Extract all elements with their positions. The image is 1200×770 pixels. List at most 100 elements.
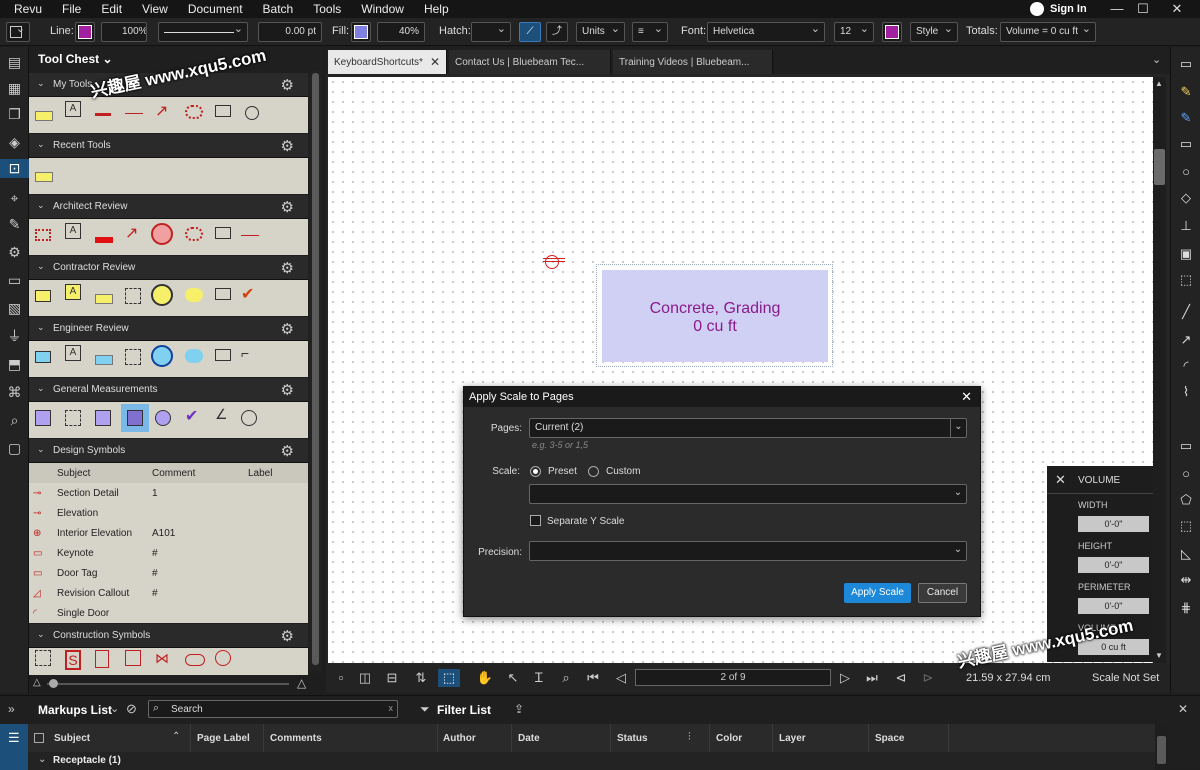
thumbnails-icon[interactable]: ▤: [5, 53, 24, 72]
pen-icon[interactable]: ✎: [1177, 109, 1195, 127]
polyline-icon[interactable]: ⌇: [1177, 383, 1195, 401]
cube-select-icon[interactable]: [6, 22, 30, 42]
toolchest-icon[interactable]: ⊡: [0, 159, 29, 178]
filter-icon[interactable]: ⏷: [420, 702, 430, 717]
column-space[interactable]: Space: [875, 733, 904, 744]
cloud-tool-icon[interactable]: [185, 284, 209, 308]
section-contractor-review[interactable]: ⌄ Contractor Review ⚙: [29, 256, 308, 280]
select-text-icon[interactable]: Ꮖ: [530, 669, 548, 687]
group-row[interactable]: ⌄ Receptacle (1): [28, 752, 1155, 770]
stamp-tool-icon[interactable]: [151, 345, 175, 369]
arrow-tool-icon[interactable]: ↗: [155, 101, 179, 125]
close-panel-icon[interactable]: ✕: [1178, 702, 1188, 716]
first-page-icon[interactable]: ⏮: [584, 669, 602, 687]
pan-hand-icon[interactable]: ✋: [476, 669, 494, 687]
scale-status[interactable]: Scale Not Set: [1092, 672, 1159, 684]
table-row[interactable]: ⊸ Elevation: [29, 503, 308, 523]
split-horizontal-icon[interactable]: ⊟: [383, 669, 401, 687]
measure-icon[interactable]: ▭: [5, 271, 24, 290]
section-marker-symbol-icon[interactable]: [543, 255, 565, 269]
menu-batch[interactable]: Batch: [253, 0, 304, 18]
totals-dropdown[interactable]: Volume = 0 cu ft: [1000, 22, 1096, 42]
callout-tool-icon[interactable]: [215, 101, 239, 125]
maximize-icon[interactable]: ☐: [1130, 0, 1156, 18]
back-icon[interactable]: ⊲: [892, 669, 910, 687]
gear-icon[interactable]: ⚙: [281, 198, 294, 216]
ellipse-icon[interactable]: ○: [1177, 465, 1195, 483]
hatch-dropdown[interactable]: [471, 22, 511, 42]
tab-keyboard-shortcuts[interactable]: KeyboardShortcuts* ✕: [328, 50, 447, 74]
next-page-icon[interactable]: ▷: [836, 669, 854, 687]
count-measure-icon[interactable]: ✔: [185, 406, 209, 430]
arrow-tool-icon[interactable]: ↗: [125, 223, 149, 247]
column-page-label[interactable]: Page Label: [197, 733, 250, 744]
select-pointer-icon[interactable]: ↖: [504, 669, 522, 687]
shapes-icon[interactable]: ◇: [1177, 189, 1195, 207]
volume-measure-icon[interactable]: [121, 404, 149, 432]
close-window-icon[interactable]: ✕: [1164, 0, 1190, 18]
measure-length-icon[interactable]: ◺: [1177, 545, 1195, 563]
menu-edit[interactable]: Edit: [91, 0, 132, 18]
polygon-icon[interactable]: ⬠: [1177, 491, 1195, 509]
list-view-icon[interactable]: ☰: [0, 724, 28, 770]
minimize-icon[interactable]: —: [1104, 0, 1130, 18]
gear-icon[interactable]: ⚙: [281, 259, 294, 277]
text-box-tool-icon[interactable]: A: [65, 284, 89, 308]
section-recent-tools[interactable]: ⌄ Recent Tools ⚙: [29, 134, 308, 158]
vertical-scrollbar[interactable]: ▲ ▼: [1153, 77, 1166, 663]
close-dialog-icon[interactable]: ✕: [961, 389, 972, 405]
close-panel-icon[interactable]: ✕: [1055, 472, 1066, 488]
area-tool-icon[interactable]: [95, 345, 119, 369]
stamp-icon[interactable]: ⏚: [5, 327, 24, 346]
cloud-callout-tool-icon[interactable]: [35, 345, 59, 369]
stamp-icon[interactable]: ⊥: [1177, 217, 1195, 235]
chevron-down-icon[interactable]: ⌄: [110, 702, 119, 715]
style-dropdown[interactable]: Style: [910, 22, 958, 42]
separate-y-checkbox[interactable]: [530, 515, 541, 526]
markups-icon[interactable]: ▧: [5, 299, 24, 318]
text-align-dropdown[interactable]: ≡: [632, 22, 668, 42]
gear-icon[interactable]: ⚙: [281, 137, 294, 155]
section-design-symbols[interactable]: ⌄ Design Symbols ⚙: [29, 439, 308, 463]
line-icon[interactable]: ╱: [1177, 303, 1195, 321]
line-width-field[interactable]: 0.00 pt: [258, 22, 322, 42]
forward-icon[interactable]: ⊳: [919, 669, 937, 687]
fill-color-swatch[interactable]: [351, 22, 371, 42]
construction-symbol-icon[interactable]: [185, 650, 209, 674]
text-box-tool-icon[interactable]: A: [65, 223, 89, 247]
section-general-measurements[interactable]: ⌄ General Measurements ⚙: [29, 378, 308, 402]
close-tab-icon[interactable]: ✕: [430, 55, 440, 69]
text-box-tool-icon[interactable]: A: [65, 101, 89, 125]
menu-view[interactable]: View: [132, 0, 178, 18]
previous-page-icon[interactable]: ◁: [612, 669, 630, 687]
table-row[interactable]: ▭ Door Tag #: [29, 563, 308, 583]
icon-size-slider[interactable]: [47, 683, 289, 685]
menu-tools[interactable]: Tools: [303, 0, 351, 18]
split-vertical-icon[interactable]: ◫: [356, 669, 374, 687]
tab-contact-us[interactable]: Contact Us | Bluebeam Tec...: [449, 50, 611, 74]
zoom-icon[interactable]: ⌕: [557, 669, 575, 687]
text-color-swatch[interactable]: [882, 22, 902, 42]
construction-symbol-icon[interactable]: S: [65, 650, 89, 674]
menu-help[interactable]: Help: [414, 0, 459, 18]
custom-radio[interactable]: [588, 466, 599, 477]
construction-symbol-icon[interactable]: [35, 650, 59, 674]
area-tool-icon[interactable]: [95, 284, 119, 308]
markups-scrollbar[interactable]: [1155, 724, 1168, 770]
table-row[interactable]: ⊸ Section Detail 1: [29, 483, 308, 503]
construction-symbol-icon[interactable]: [95, 650, 119, 674]
table-row[interactable]: ◜ Single Door: [29, 603, 308, 623]
cloud-tool-icon[interactable]: [185, 101, 209, 125]
links-icon[interactable]: ⌘: [5, 383, 24, 402]
export-icon[interactable]: ⇪: [514, 702, 524, 716]
gear-icon[interactable]: ⚙: [281, 627, 294, 645]
sort-ascending-icon[interactable]: ⌃: [172, 731, 180, 742]
tab-training-videos[interactable]: Training Videos | Bluebeam...: [613, 50, 773, 74]
column-status[interactable]: Status: [617, 733, 648, 744]
bookmarks-icon[interactable]: ❐: [5, 105, 24, 124]
status-settings-icon[interactable]: ⫶: [688, 731, 691, 744]
stamp-tool-icon[interactable]: [151, 223, 175, 247]
line-opacity-field[interactable]: 100%: [101, 22, 147, 42]
column-color[interactable]: Color: [716, 733, 742, 744]
radius-measure-icon[interactable]: [241, 406, 265, 430]
